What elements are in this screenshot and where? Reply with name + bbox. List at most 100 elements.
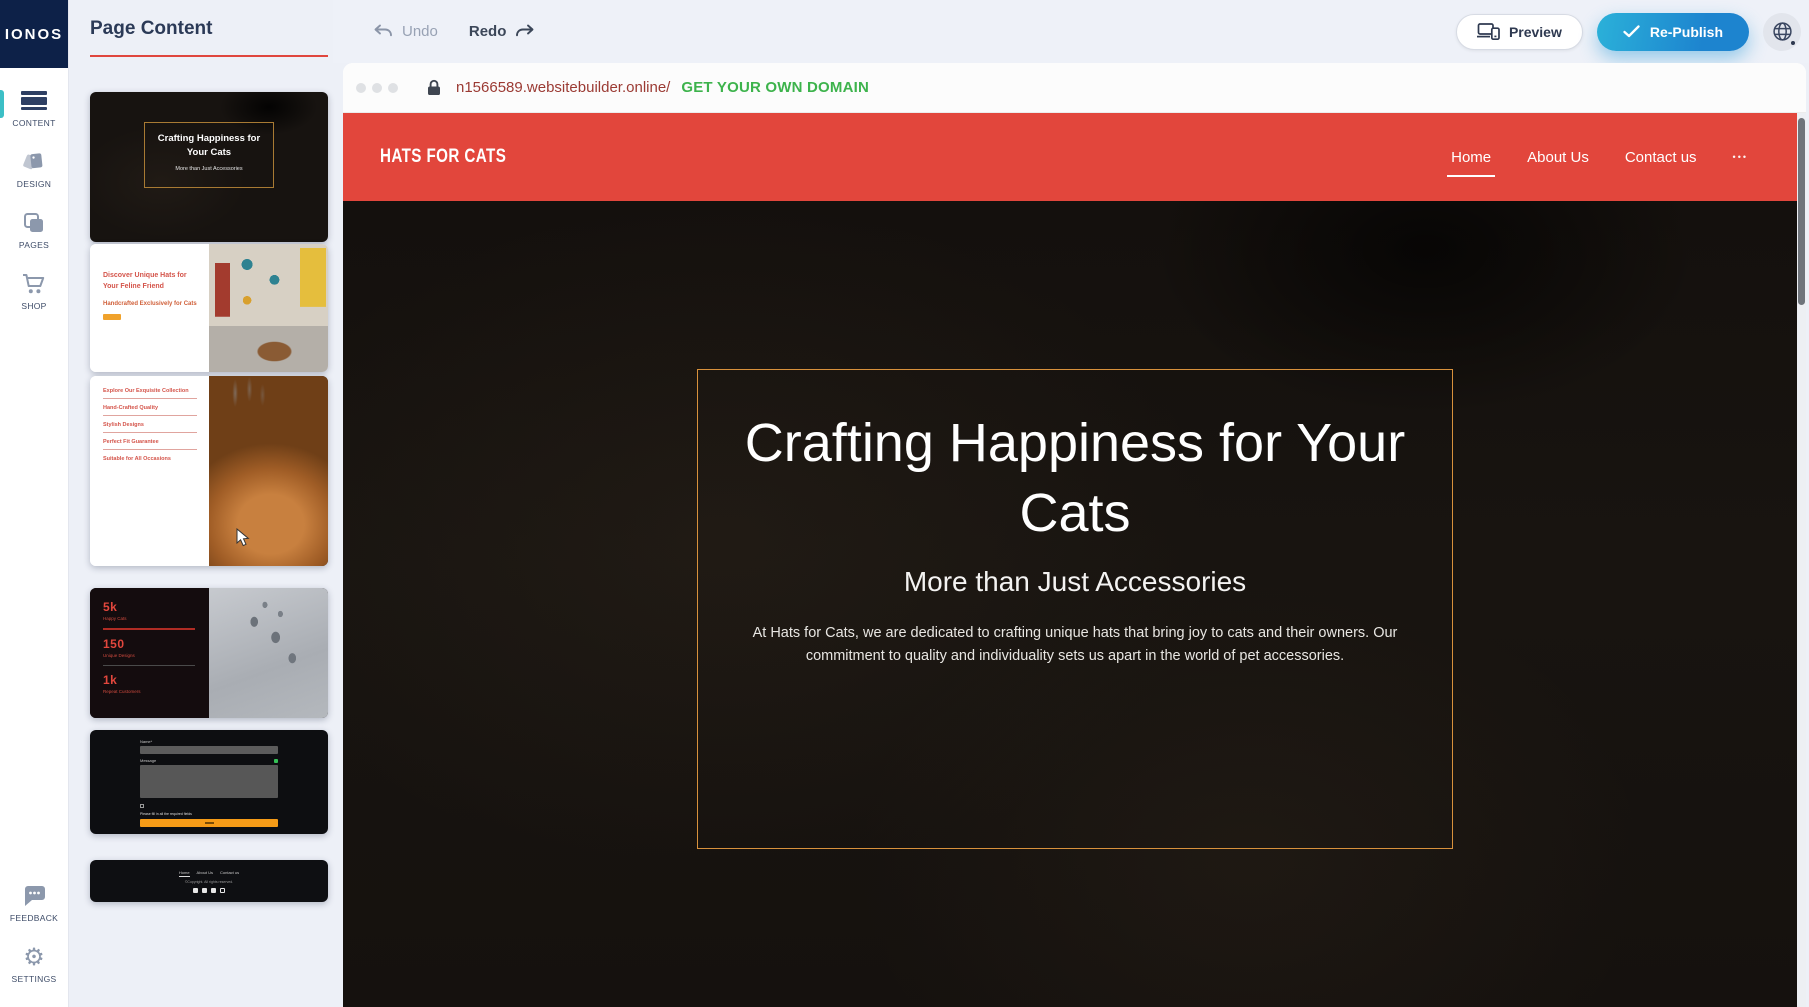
- thumb-message-textarea: [140, 765, 278, 798]
- thumb-footer-nav: Home About Us Contact us: [179, 870, 239, 877]
- thumb-intro-button: [103, 314, 121, 320]
- thumb-name-label: Name*: [140, 739, 278, 744]
- cat-street-photo: [209, 244, 328, 372]
- pages-icon: [23, 211, 45, 235]
- stat-label: Happy Cats: [103, 616, 195, 621]
- thumb-required-note: Please fill in all the required fields: [140, 812, 278, 816]
- devices-icon: [1477, 23, 1500, 40]
- preview-scrollbar: [1797, 113, 1806, 1007]
- sidebar-nav: CONTENT DESIGN PAGES SHOP: [0, 78, 68, 322]
- panel-title-underline: [90, 55, 328, 57]
- active-indicator: [0, 90, 4, 118]
- thumb-feature-heading: Suitable for All Occasions: [103, 456, 197, 462]
- sidebar-item-label: FEEDBACK: [10, 913, 58, 923]
- republish-button-label: Re-Publish: [1650, 24, 1723, 40]
- design-icon: [22, 150, 46, 174]
- thumb-contact-form: Name* Message Please fill in all the req…: [140, 739, 278, 827]
- site-viewport: HATS FOR CATS Home About Us Contact us •…: [343, 113, 1806, 1007]
- stat-value: 150: [103, 637, 195, 651]
- site-logo[interactable]: HATS FOR CATS: [380, 146, 506, 168]
- hero-section[interactable]: Crafting Happiness for Your Cats More th…: [343, 201, 1806, 1007]
- browser-dots: [356, 83, 398, 93]
- nav-item-about[interactable]: About Us: [1527, 149, 1589, 166]
- scrollbar-thumb[interactable]: [1798, 118, 1805, 305]
- hero-selected-block[interactable]: Crafting Happiness for Your Cats More th…: [697, 369, 1453, 849]
- globe-icon: [1771, 20, 1794, 43]
- sidebar-item-settings[interactable]: ⚙ SETTINGS: [0, 934, 68, 995]
- thumb-feature-heading: Stylish Designs: [103, 422, 197, 428]
- ionos-logo: IONOS: [0, 0, 68, 68]
- sidebar: IONOS CONTENT DESIGN PAGES: [0, 0, 69, 1007]
- preview-button-label: Preview: [1509, 24, 1562, 40]
- sidebar-item-design[interactable]: DESIGN: [0, 139, 68, 200]
- content-icon: [21, 89, 47, 113]
- sidebar-item-label: DESIGN: [17, 179, 51, 189]
- republish-button[interactable]: Re-Publish: [1597, 13, 1749, 51]
- get-domain-link[interactable]: GET YOUR OWN DOMAIN: [681, 79, 869, 96]
- sidebar-item-label: SHOP: [21, 301, 46, 311]
- thumb-features-text: Explore Our Exquisite Collection Hand-Cr…: [90, 376, 209, 566]
- editor-stage: Undo Redo Preview Re-Publish: [333, 0, 1809, 1007]
- page-content-panel: Page Content Crafting Happiness for Your…: [69, 0, 333, 1007]
- site-nav: Home About Us Contact us •••: [1451, 149, 1748, 166]
- stat-label: Unique Designs: [103, 653, 195, 658]
- thumb-intro-heading: Discover Unique Hats for Your Feline Fri…: [103, 270, 197, 292]
- sidebar-item-feedback[interactable]: FEEDBACK: [0, 873, 68, 934]
- sidebar-item-pages[interactable]: PAGES: [0, 200, 68, 261]
- thumb-submit-button: [140, 819, 278, 827]
- thumb-feature-heading: Hand-Crafted Quality: [103, 405, 197, 411]
- hero-paragraph: At Hats for Cats, we are dedicated to cr…: [750, 622, 1400, 667]
- thumb-feature-heading: Perfect Fit Guarantee: [103, 439, 197, 445]
- thumb-intro-text: Discover Unique Hats for Your Feline Fri…: [90, 244, 209, 372]
- section-thumbnail-list: Crafting Happiness for Your Cats More th…: [90, 92, 328, 902]
- redo-button[interactable]: Redo: [469, 23, 507, 40]
- paw-print-photo: [209, 588, 328, 718]
- section-thumbnail-contact[interactable]: Name* Message Please fill in all the req…: [90, 730, 328, 834]
- sidebar-item-label: CONTENT: [12, 118, 55, 128]
- hero-title: Crafting Happiness for Your Cats: [735, 408, 1415, 548]
- redo-icon[interactable]: [515, 24, 535, 39]
- section-thumbnail-stats[interactable]: 5k Happy Cats 150 Unique Designs 1k Repe…: [90, 588, 328, 718]
- thumb-hero-subtitle: More than Just Accessories: [151, 166, 268, 172]
- thumb-social-icons: [193, 888, 225, 893]
- feedback-icon: [22, 884, 46, 908]
- cart-icon: [22, 272, 46, 296]
- undo-icon[interactable]: [373, 24, 393, 39]
- undo-button[interactable]: Undo: [402, 23, 438, 40]
- orange-cat-photo: [209, 376, 328, 566]
- notification-dot: [1790, 40, 1796, 46]
- thumb-hero-title: Crafting Happiness for Your Cats: [151, 132, 268, 160]
- emoji-picker-icon: [274, 759, 278, 763]
- section-thumbnail-features[interactable]: Explore Our Exquisite Collection Hand-Cr…: [90, 376, 328, 566]
- site-url: n1566589.websitebuilder.online/: [456, 79, 670, 96]
- stat-value: 5k: [103, 600, 195, 614]
- site-header: HATS FOR CATS Home About Us Contact us •…: [343, 113, 1806, 201]
- section-thumbnail-intro[interactable]: Discover Unique Hats for Your Feline Fri…: [90, 244, 328, 372]
- panel-title: Page Content: [90, 18, 333, 40]
- section-thumbnail-hero[interactable]: Crafting Happiness for Your Cats More th…: [90, 92, 328, 242]
- nav-item-contact[interactable]: Contact us: [1625, 149, 1697, 166]
- sidebar-item-content[interactable]: CONTENT: [0, 78, 68, 139]
- sidebar-item-shop[interactable]: SHOP: [0, 261, 68, 322]
- editor-topbar: Undo Redo Preview Re-Publish: [333, 0, 1809, 63]
- thumb-footer-copyright: ©Copyright. All rights reserved.: [185, 880, 233, 884]
- language-globe-button[interactable]: [1763, 13, 1801, 51]
- thumb-consent-checkbox: [140, 804, 144, 808]
- section-thumbnail-footer[interactable]: Home About Us Contact us ©Copyright. All…: [90, 860, 328, 902]
- thumb-intro-subheading: Handcrafted Exclusively for Cats: [103, 301, 197, 307]
- preview-button[interactable]: Preview: [1456, 14, 1583, 50]
- nav-item-home[interactable]: Home: [1451, 149, 1491, 166]
- thumb-name-input: [140, 746, 278, 754]
- thumb-feature-heading: Explore Our Exquisite Collection: [103, 388, 197, 394]
- site-preview-frame: n1566589.websitebuilder.online/ GET YOUR…: [343, 63, 1806, 1007]
- app-root: IONOS CONTENT DESIGN PAGES: [0, 0, 1809, 1007]
- thumb-message-label: Message: [140, 758, 156, 763]
- browser-chrome: n1566589.websitebuilder.online/ GET YOUR…: [343, 63, 1806, 113]
- check-icon: [1623, 25, 1640, 38]
- sidebar-item-label: PAGES: [19, 240, 49, 250]
- nav-more-button[interactable]: •••: [1733, 152, 1748, 162]
- stat-value: 1k: [103, 673, 195, 687]
- thumb-hero-box: Crafting Happiness for Your Cats More th…: [144, 122, 275, 188]
- gear-icon: ⚙: [23, 945, 45, 969]
- thumb-stats-text: 5k Happy Cats 150 Unique Designs 1k Repe…: [90, 588, 209, 718]
